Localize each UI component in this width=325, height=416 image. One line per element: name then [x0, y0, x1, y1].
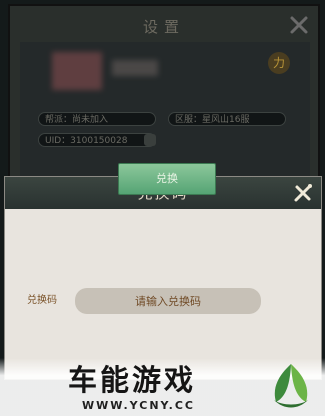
avatar [52, 52, 102, 90]
dialog-body: 兑换码 [5, 209, 321, 379]
watermark-logo [274, 364, 308, 408]
player-name [112, 60, 158, 76]
redeem-dialog: 兑换码 兑换码 [4, 176, 322, 380]
uid-field: UID：3100150028 [38, 133, 156, 147]
guild-field: 帮派：尚未加入 [38, 112, 156, 126]
badge-icon[interactable]: 力 [268, 52, 290, 74]
watermark-text: 车能游戏 [68, 363, 197, 397]
server-field: 区服：星风山16服 [168, 112, 286, 126]
watermark-url: WWW.YCNY.CC [82, 399, 196, 412]
code-input[interactable] [75, 288, 261, 314]
code-label: 兑换码 [27, 295, 57, 306]
redeem-button[interactable]: 兑换 [118, 163, 216, 195]
close-icon[interactable] [288, 14, 310, 36]
settings-window: 设置 [8, 4, 320, 184]
settings-title: 设置 [142, 18, 185, 36]
copy-icon[interactable] [144, 134, 156, 146]
close-icon[interactable] [291, 181, 315, 205]
